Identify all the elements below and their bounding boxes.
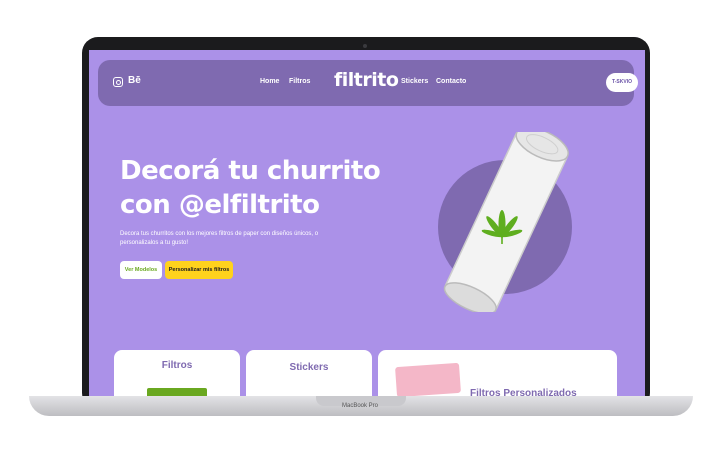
nav-link-stickers[interactable]: Stickers xyxy=(401,78,428,85)
camera-icon xyxy=(363,44,367,48)
hero-title-line-1: Decorá tu churrito xyxy=(120,156,381,186)
hero-title: Decorá tu churrito con @elfiltrito xyxy=(120,154,400,222)
site-logo[interactable]: filtrito xyxy=(334,69,399,91)
nav-link-contacto[interactable]: Contacto xyxy=(436,78,466,85)
filtros-product-image xyxy=(147,388,207,396)
nav-cta-button[interactable]: T-SKVIO xyxy=(606,73,638,92)
card-stickers-title: Stickers xyxy=(289,362,329,373)
card-personalizados[interactable]: Filtros Personalizados xyxy=(378,350,617,396)
nav-link-filtros[interactable]: Filtros xyxy=(289,78,310,85)
rolling-filter-illustration xyxy=(438,132,572,312)
personalizados-product-image xyxy=(395,362,461,396)
personalizar-button[interactable]: Personalizar mis filtros xyxy=(165,261,233,279)
card-filtros-title: Filtros xyxy=(161,360,193,371)
behance-icon[interactable]: Bē xyxy=(128,75,141,86)
laptop-model-label: MacBook Pro xyxy=(341,403,378,409)
ver-modelos-button[interactable]: Ver Modelos xyxy=(120,261,162,279)
navbar: Bē Home Filtros filtrito Stickers Contac… xyxy=(98,60,638,106)
instagram-icon[interactable] xyxy=(113,77,123,87)
nav-link-home[interactable]: Home xyxy=(260,78,279,85)
hero-title-line-2: con @elfiltrito xyxy=(120,190,320,220)
website-screen: Bē Home Filtros filtrito Stickers Contac… xyxy=(89,50,645,396)
hero-subtitle: Decora tus churritos con los mejores fil… xyxy=(120,231,319,246)
card-filtros[interactable]: Filtros xyxy=(114,350,240,396)
card-personalizados-title: Filtros Personalizados xyxy=(470,388,577,396)
card-stickers[interactable]: Stickers xyxy=(246,350,372,396)
